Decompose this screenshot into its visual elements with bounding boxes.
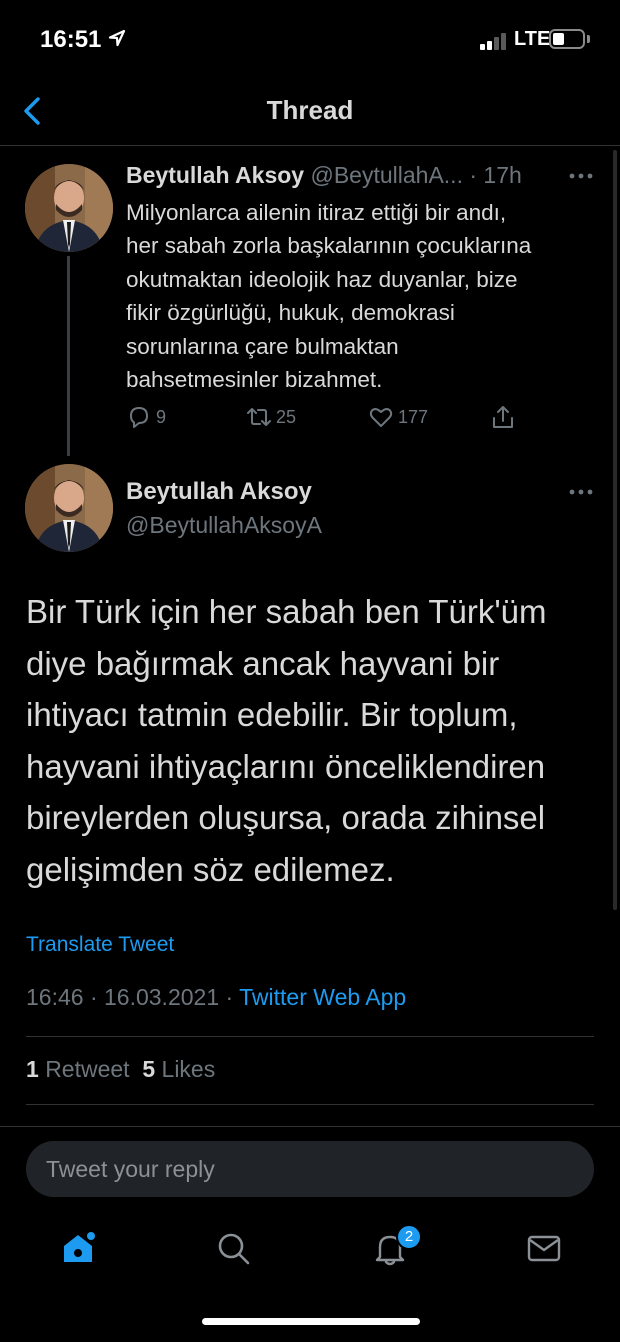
reply-action[interactable]: 9 [126, 402, 166, 432]
tweet-text: Bir Türk için her sabah ben Türk'üm diye… [26, 593, 547, 888]
like-count: 177 [398, 406, 429, 427]
share-action[interactable] [490, 402, 520, 432]
nav-bar: Thread [0, 80, 620, 146]
reply-count: 9 [156, 406, 167, 427]
source-app-link[interactable]: Twitter Web App [239, 984, 406, 1010]
tweet-text: Milyonlarca ailenin itiraz ettiği bir an… [126, 200, 532, 393]
divider [26, 1036, 594, 1037]
messages-envelope-icon[interactable] [526, 1230, 562, 1266]
translate-tweet-link[interactable]: Translate Tweet [26, 933, 174, 957]
thread-connector [67, 256, 70, 456]
author-name[interactable]: Beytullah Aksoy [126, 162, 304, 188]
divider [26, 1104, 594, 1105]
tweet-timestamp: 16:46 · 16.03.2021 · Twitter Web App [26, 984, 406, 1011]
network-type: LTE [514, 28, 551, 50]
avatar[interactable] [25, 464, 113, 552]
retweet-icon [247, 408, 271, 426]
share-icon [493, 406, 513, 428]
timestamp-text: 16:46 · 16.03.2021 · [26, 984, 234, 1010]
reply-input[interactable]: Tweet your reply [26, 1141, 594, 1197]
battery-icon [549, 29, 585, 49]
search-icon[interactable] [215, 1230, 251, 1266]
signal-icon [480, 32, 510, 50]
avatar[interactable] [25, 164, 113, 252]
tweet-header: Beytullah Aksoy @BeytullahA... · 17h [126, 162, 522, 189]
tweet-stats: 1 Retweet 5 Likes [26, 1056, 215, 1083]
author-handle[interactable]: @BeytullahAksoyA [126, 512, 322, 539]
status-time: 16:51 [40, 26, 102, 53]
retweet-count: 25 [276, 406, 297, 427]
status-bar: 16:51 LTE [0, 0, 620, 80]
author-name[interactable]: Beytullah Aksoy [126, 478, 312, 506]
home-icon[interactable] [60, 1230, 96, 1266]
more-options-icon[interactable] [568, 488, 594, 496]
scrollbar[interactable] [613, 150, 617, 910]
home-indicator [202, 1318, 420, 1325]
page-title: Thread [266, 95, 354, 125]
likes-stat[interactable]: 5 Likes [142, 1056, 215, 1082]
notification-badge: 2 [396, 1224, 422, 1250]
retweet-action[interactable]: 25 [246, 402, 296, 432]
heart-icon [369, 408, 393, 427]
location-arrow-icon [108, 29, 126, 47]
like-action[interactable]: 177 [368, 402, 428, 432]
reply-icon [130, 407, 148, 428]
retweets-stat[interactable]: 1 Retweet [26, 1056, 130, 1082]
tweet-age: · 17h [469, 162, 522, 188]
author-handle[interactable]: @BeytullahA... [310, 162, 462, 188]
more-options-icon[interactable] [568, 172, 594, 180]
